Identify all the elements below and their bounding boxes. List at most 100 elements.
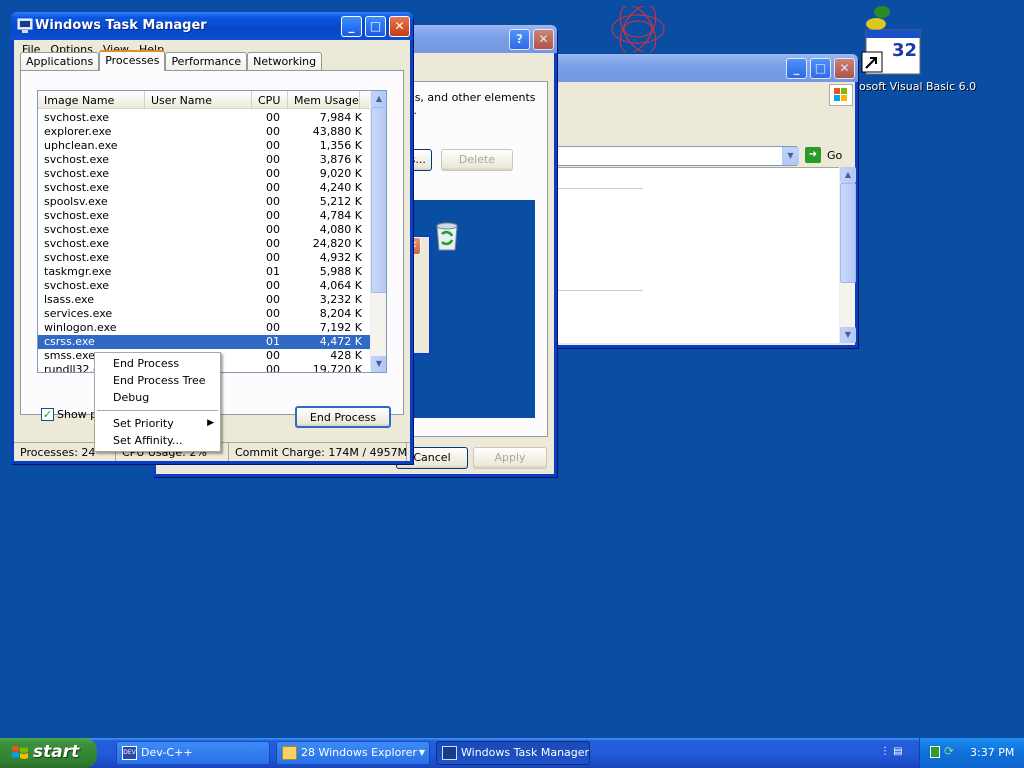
cell-mem-usage: 7,984 K bbox=[319, 111, 362, 124]
quick-tray-icon[interactable]: ⋮ ▤ bbox=[880, 746, 908, 760]
start-button[interactable]: start bbox=[0, 738, 97, 768]
cell-cpu: 01 bbox=[266, 335, 280, 348]
close-button[interactable]: ✕ bbox=[834, 58, 855, 79]
column-image-name[interactable]: Image Name bbox=[38, 91, 145, 108]
table-row[interactable]: svchost.exe 00 9,020 K bbox=[38, 167, 372, 181]
scroll-down-arrow[interactable]: ▼ bbox=[371, 356, 386, 372]
cell-mem-usage: 3,876 K bbox=[319, 153, 362, 166]
taskbar-item-explorer-label: 28 Windows Explorer bbox=[301, 746, 417, 759]
sync-icon[interactable]: ⟳ bbox=[944, 744, 954, 758]
table-row[interactable]: winlogon.exe 00 7,192 K bbox=[38, 321, 372, 335]
cell-image-name: svchost.exe bbox=[44, 181, 110, 194]
taskbar-item-task-manager[interactable]: Windows Task Manager bbox=[436, 741, 590, 765]
table-row[interactable]: explorer.exe 00 43,880 K bbox=[38, 125, 372, 139]
dialog-inner-window: ✕ bbox=[405, 235, 431, 355]
cell-user-name bbox=[145, 335, 252, 349]
cell-mem-usage: 5,988 K bbox=[319, 265, 362, 278]
cell-mem-usage: 7,192 K bbox=[319, 321, 362, 334]
help-button[interactable]: ? bbox=[509, 29, 530, 50]
scroll-down-arrow[interactable]: ▼ bbox=[840, 327, 856, 343]
table-row[interactable]: services.exe 00 8,204 K bbox=[38, 307, 372, 321]
menu-item-debug[interactable]: Debug bbox=[95, 389, 220, 406]
explorer-titlebar: _ □ ✕ bbox=[540, 54, 858, 82]
cell-image-name: services.exe bbox=[44, 307, 113, 320]
table-row[interactable]: svchost.exe 00 4,064 K bbox=[38, 279, 372, 293]
go-label: Go bbox=[827, 149, 843, 162]
go-button[interactable]: ➜ Go bbox=[805, 147, 845, 165]
close-button[interactable]: ✕ bbox=[389, 16, 410, 37]
end-process-button[interactable]: End Process bbox=[295, 406, 391, 428]
cell-cpu: 01 bbox=[266, 265, 280, 278]
scroll-up-arrow[interactable]: ▲ bbox=[371, 91, 386, 107]
table-row[interactable]: svchost.exe 00 4,784 K bbox=[38, 209, 372, 223]
menu-item-set-priority[interactable]: Set Priority ▶ bbox=[95, 415, 220, 432]
delete-button[interactable]: Delete bbox=[441, 149, 513, 171]
cell-user-name bbox=[145, 279, 252, 293]
task-manager-titlebar[interactable]: Windows Task Manager _ □ ✕ bbox=[11, 12, 413, 40]
cell-mem-usage: 428 K bbox=[330, 349, 362, 362]
process-list-scrollbar[interactable]: ▲ ▼ bbox=[370, 91, 386, 372]
explorer-scrollbar[interactable]: ▲ ▼ bbox=[839, 167, 856, 343]
column-user-name[interactable]: User Name bbox=[145, 91, 252, 108]
minimize-button[interactable]: _ bbox=[341, 16, 362, 37]
address-bar[interactable] bbox=[543, 146, 797, 166]
address-dropdown[interactable]: ▼ bbox=[782, 147, 799, 165]
cell-user-name bbox=[145, 237, 252, 251]
windows-flag-icon bbox=[829, 84, 853, 106]
show-processes-checkbox[interactable]: ✓ bbox=[41, 408, 54, 421]
tab-networking[interactable]: Networking bbox=[247, 52, 323, 71]
tab-performance[interactable]: Performance bbox=[165, 52, 248, 71]
clock[interactable]: 3:37 PM bbox=[970, 746, 1014, 759]
scroll-thumb[interactable] bbox=[840, 183, 856, 283]
cell-cpu: 00 bbox=[266, 125, 280, 138]
tab-processes[interactable]: Processes bbox=[99, 50, 166, 71]
cell-cpu: 00 bbox=[266, 279, 280, 292]
maximize-button[interactable]: □ bbox=[365, 16, 386, 37]
table-row[interactable]: svchost.exe 00 4,240 K bbox=[38, 181, 372, 195]
table-row[interactable]: svchost.exe 00 3,876 K bbox=[38, 153, 372, 167]
cell-cpu: 00 bbox=[266, 251, 280, 264]
table-row[interactable]: svchost.exe 00 7,984 K bbox=[38, 111, 372, 125]
table-row[interactable]: csrss.exe 01 4,472 K bbox=[38, 335, 372, 349]
table-row[interactable]: spoolsv.exe 00 5,212 K bbox=[38, 195, 372, 209]
table-row[interactable]: lsass.exe 00 3,232 K bbox=[38, 293, 372, 307]
table-row[interactable]: svchost.exe 00 24,820 K bbox=[38, 237, 372, 251]
menu-item-end-process[interactable]: End Process bbox=[95, 355, 220, 372]
column-cpu[interactable]: CPU bbox=[252, 91, 288, 108]
taskbar-item-devcpp[interactable]: DEV Dev-C++ bbox=[116, 741, 270, 765]
cell-image-name: lsass.exe bbox=[44, 293, 94, 306]
desktop-icon-visual-basic[interactable]: 32 osoft Visual Basic 6.0 bbox=[859, 2, 976, 94]
cell-image-name: taskmgr.exe bbox=[44, 265, 112, 278]
cell-image-name: csrss.exe bbox=[44, 335, 95, 348]
set-priority-label: Set Priority bbox=[113, 417, 174, 430]
cell-user-name bbox=[145, 265, 252, 279]
process-list[interactable]: Image Name User Name CPU Mem Usage svcho… bbox=[37, 90, 387, 373]
cell-user-name bbox=[145, 181, 252, 195]
cell-mem-usage: 4,932 K bbox=[319, 251, 362, 264]
scroll-thumb[interactable] bbox=[371, 107, 386, 293]
minimize-button[interactable]: _ bbox=[786, 58, 807, 79]
status-commit: Commit Charge: 174M / 4957M bbox=[229, 443, 407, 461]
menu-separator bbox=[97, 410, 218, 411]
menu-item-end-process-tree[interactable]: End Process Tree bbox=[95, 372, 220, 389]
close-button[interactable]: ✕ bbox=[533, 29, 554, 50]
column-mem-usage[interactable]: Mem Usage bbox=[288, 91, 360, 108]
maximize-button[interactable]: □ bbox=[810, 58, 831, 79]
folder-icon bbox=[282, 746, 297, 760]
table-row[interactable]: uphclean.exe 00 1,356 K bbox=[38, 139, 372, 153]
start-label: start bbox=[33, 742, 80, 762]
cell-mem-usage: 4,080 K bbox=[319, 223, 362, 236]
table-row[interactable]: svchost.exe 00 4,080 K bbox=[38, 223, 372, 237]
cell-cpu: 00 bbox=[266, 321, 280, 334]
cell-user-name bbox=[145, 251, 252, 265]
menu-item-set-affinity[interactable]: Set Affinity... bbox=[95, 432, 220, 449]
scroll-up-arrow[interactable]: ▲ bbox=[840, 167, 856, 183]
network-icon[interactable] bbox=[930, 746, 940, 758]
cell-image-name: svchost.exe bbox=[44, 111, 110, 124]
tab-applications[interactable]: Applications bbox=[20, 52, 100, 71]
table-row[interactable]: taskmgr.exe 01 5,988 K bbox=[38, 265, 372, 279]
taskbar-item-explorer[interactable]: 28 Windows Explorer ▼ bbox=[276, 741, 430, 765]
table-row[interactable]: svchost.exe 00 4,932 K bbox=[38, 251, 372, 265]
apply-button[interactable]: Apply bbox=[473, 447, 547, 469]
cell-mem-usage: 43,880 K bbox=[312, 125, 362, 138]
